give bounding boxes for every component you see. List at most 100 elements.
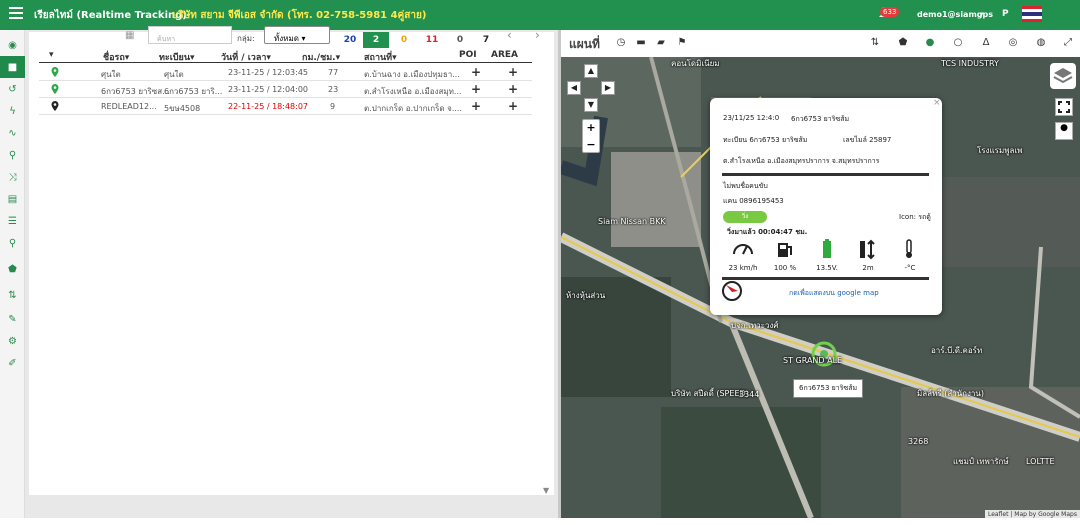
list-toolbar: ▦ ค้นหา กลุ่ม: ทั้งหมด ▾ 20 2 0 11 0 7 ‹… — [29, 26, 554, 48]
hamburger-menu-icon[interactable] — [9, 7, 23, 21]
popup-icon-label: Icon: รถตู้ — [899, 213, 931, 221]
cell-plate: 6กว6753 ยาริ... — [164, 87, 223, 96]
sort-icon[interactable]: ▾ — [49, 50, 54, 60]
map-label: Siam Nissan BKK — [598, 217, 666, 226]
map-label: บริษัท สปีดดี้ (SPEED) — [671, 389, 749, 398]
pan-up-button[interactable]: ▲ — [584, 64, 598, 78]
bolt-icon[interactable]: ϟ — [0, 100, 25, 122]
add-poi-button[interactable]: + — [471, 99, 481, 113]
count-stopped[interactable]: 11 — [419, 32, 445, 48]
pan-down-button[interactable]: ▼ — [584, 98, 598, 112]
group-select[interactable]: ทั้งหมด ▾ — [264, 26, 330, 44]
col-speed[interactable]: กม./ชม.▾ — [302, 50, 340, 64]
add-area-button[interactable]: + — [508, 99, 518, 113]
add-area-button[interactable]: + — [508, 82, 518, 96]
cell-time: 23-11-25 / 12:04:00 — [228, 85, 309, 94]
zoom-in-button[interactable]: + — [583, 120, 599, 137]
cell-plate: ศุนใต — [164, 70, 184, 79]
table-row[interactable]: 6กว6753 ยาริซส... 6กว6753 ยาริ... 23-11-… — [39, 81, 532, 98]
card-icon[interactable]: ▬ — [635, 37, 647, 49]
history-icon[interactable]: ↺ — [0, 78, 25, 100]
globe-icon[interactable]: ◍ — [1035, 37, 1047, 49]
thermometer-icon — [906, 239, 912, 258]
map-label: 3268 — [908, 437, 929, 446]
close-icon[interactable]: × — [933, 98, 941, 108]
search-icon[interactable]: ⚲ — [0, 144, 25, 166]
grid-icon[interactable]: ▦ — [125, 30, 134, 41]
polygon-icon[interactable]: ⬟ — [0, 258, 25, 280]
road-icon[interactable]: Δ — [980, 37, 992, 49]
edit-icon[interactable]: ✐ — [0, 352, 25, 374]
shuffle-icon[interactable]: ⤨ — [0, 166, 25, 188]
stat-fuel: 100 % — [773, 264, 797, 272]
col-place[interactable]: สถานที่▾ — [364, 50, 397, 64]
route-icon[interactable]: ⇅ — [869, 37, 881, 49]
cell-name: REDLEAD12... — [101, 102, 157, 111]
vehicle-table-card: ▦ ค้นหา กลุ่ม: ทั้งหมด ▾ 20 2 0 11 0 7 ‹… — [29, 26, 554, 525]
pan-right-button[interactable]: ▶ — [601, 81, 615, 95]
count-other[interactable]: 7 — [473, 32, 499, 48]
black-pin-icon — [51, 101, 59, 111]
fullscreen-icon[interactable] — [1055, 98, 1073, 116]
clock-icon[interactable]: ◷ — [615, 37, 627, 49]
count-all[interactable]: 20 — [337, 32, 363, 48]
add-area-button[interactable]: + — [508, 65, 518, 79]
gear-icon[interactable]: ⚙ — [0, 330, 25, 352]
expand-icon[interactable]: ⤢ — [1062, 37, 1074, 49]
cell-time: 23-11-25 / 12:03:45 — [228, 68, 309, 77]
truck-icon[interactable]: ■ — [0, 56, 25, 78]
map-label: ห้างหุ้นส่วน — [566, 291, 606, 300]
pin-icon[interactable]: ⚲ — [0, 232, 25, 254]
chart-icon[interactable]: ∿ — [0, 122, 25, 144]
add-poi-button[interactable]: + — [471, 65, 481, 79]
map-label: โรงแรมพูลเพ — [977, 146, 1023, 155]
flag-icon[interactable]: ⚑ — [676, 37, 688, 49]
vehicle-popup: × 23/11/25 12:4:0 6กว6753 ยาริซส้ม ทะเบี… — [710, 98, 942, 315]
layers-icon[interactable] — [1050, 63, 1076, 89]
language-toggle[interactable]: P — [1002, 9, 1009, 19]
col-name[interactable]: ชื่อรถ▾ — [103, 50, 129, 64]
cell-speed: 9 — [330, 102, 336, 111]
count-offline[interactable]: 0 — [447, 32, 473, 48]
list-icon[interactable]: ☰ — [0, 210, 25, 232]
map-label: บจก.เทวะวงศ์ — [731, 321, 779, 330]
dashboard-icon[interactable]: ◉ — [0, 34, 25, 56]
map-label: แชมป์ เทพารักษ์ — [953, 457, 1009, 466]
chevron-down-icon[interactable]: ▾ — [980, 10, 984, 18]
search-input[interactable]: ค้นหา — [148, 26, 232, 44]
col-plate[interactable]: ทะเบียน▾ — [159, 50, 195, 64]
pan-left-button[interactable]: ◀ — [567, 81, 581, 95]
cell-name: 6กว6753 ยาริซส... — [101, 87, 170, 96]
table-row[interactable]: REDLEAD12... 5ขษ4508 22-11-25 / 18:48:07… — [39, 98, 532, 115]
eye-icon[interactable]: ◎ — [1007, 37, 1019, 49]
book-icon[interactable]: ▤ — [0, 188, 25, 210]
green-pin-icon — [51, 67, 59, 77]
vehicle-map-tag[interactable]: 6กว6753 ยาริซส้ม — [793, 379, 864, 398]
notification-bell-icon[interactable]: 633 — [876, 4, 900, 22]
popup-datetime: 23/11/25 12:4:0 — [723, 114, 780, 122]
map-label: อาร์.บี.ดี.คอร์ท — [931, 346, 983, 355]
chevron-left-icon[interactable]: ‹ — [507, 28, 512, 42]
scroll-down-icon[interactable]: ▼ — [543, 486, 549, 495]
map-attribution: Leaflet | Map by Google Maps — [985, 510, 1080, 518]
add-poi-button[interactable]: + — [471, 82, 481, 96]
route-icon[interactable]: ⇅ — [0, 284, 25, 306]
col-datetime[interactable]: วันที่ / เวลา▾ — [221, 50, 271, 64]
chevron-right-icon[interactable]: › — [535, 28, 540, 42]
stat-speed: 23 km/h — [728, 264, 758, 272]
map-toolbar: แผนที่ ◷ ▬ ▰ ⚑ ⇅ ⬟ ● ○ Δ ◎ ◍ ⤢ — [561, 30, 1080, 57]
zoom-out-button[interactable]: − — [583, 137, 599, 154]
count-running[interactable]: 2 — [363, 32, 389, 48]
wrench-icon[interactable]: ✎ — [0, 308, 25, 330]
thai-flag-icon[interactable] — [1022, 6, 1042, 22]
locate-icon[interactable]: ● — [1055, 122, 1073, 140]
google-map-link[interactable]: กดเพื่อแสดงบน google map — [789, 288, 879, 299]
map-label: LOLTTE — [1026, 457, 1055, 466]
popup-vehicle: 6กว6753 ยาริซส้ม — [791, 115, 850, 123]
polygon-icon[interactable]: ⬟ — [897, 37, 909, 49]
table-row[interactable]: ศุนใต ศุนใต 23-11-25 / 12:03:45 77 ต.บ้า… — [39, 64, 532, 81]
circle-icon[interactable]: ○ — [952, 37, 964, 49]
count-idle[interactable]: 0 — [391, 32, 417, 48]
marker-icon[interactable]: ● — [924, 37, 936, 49]
truck-icon[interactable]: ▰ — [655, 37, 667, 49]
